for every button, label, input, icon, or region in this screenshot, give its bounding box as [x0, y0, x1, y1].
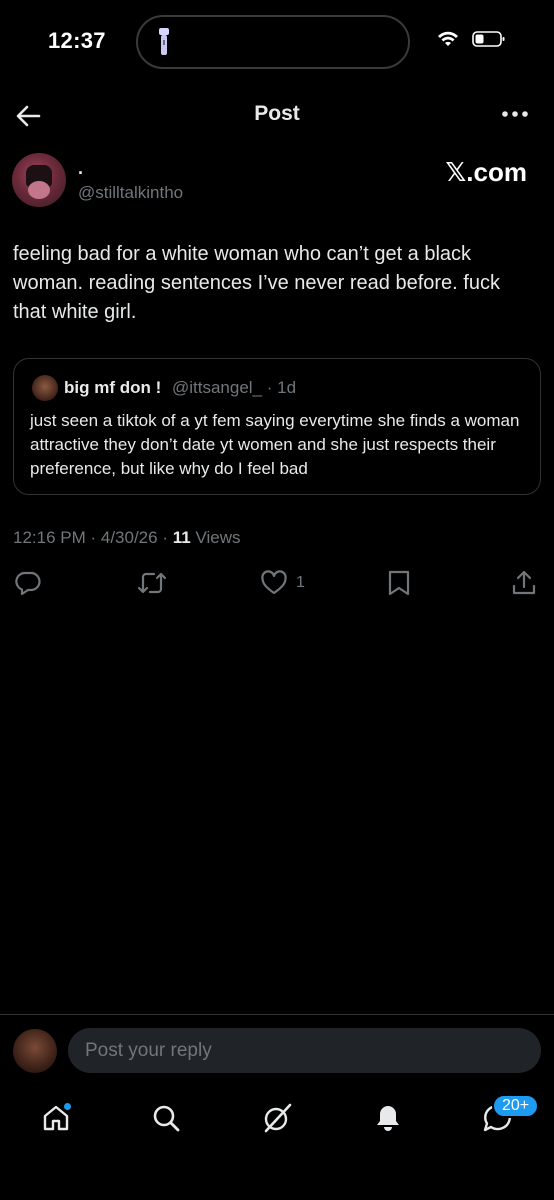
author-name[interactable]: .: [78, 158, 83, 179]
share-icon: [512, 570, 536, 595]
tab-notifications[interactable]: [368, 1098, 408, 1138]
bottom-tab-bar: [0, 1086, 554, 1156]
avatar-face: [28, 181, 50, 199]
reply-button[interactable]: [14, 568, 42, 598]
share-button[interactable]: [510, 568, 538, 598]
bookmark-icon: [388, 570, 410, 596]
post-meta: 12:16 PM · 4/30/26 · 11 Views: [13, 528, 241, 547]
like-count: 1: [296, 574, 305, 591]
wifi-icon: [438, 31, 458, 46]
views-count: 11: [172, 528, 191, 547]
quoted-post[interactable]: big mf don ! @ittsangel_ · 1d just seen …: [13, 358, 541, 495]
tab-grok[interactable]: [257, 1098, 297, 1138]
bookmark-button[interactable]: [386, 568, 412, 598]
status-time: 12:37: [48, 28, 106, 53]
quoted-author-meta: @ittsangel_ · 1d: [172, 378, 297, 397]
quoted-post-text: just seen a tiktok of a yt fem saying ev…: [30, 411, 520, 478]
dynamic-island: [136, 15, 410, 69]
views-label: Views: [195, 528, 241, 547]
notifications-icon: [377, 1106, 399, 1131]
post-date: 4/30/26: [100, 528, 158, 547]
home-notification-dot: [63, 1102, 72, 1111]
quoted-author-avatar: [32, 375, 58, 401]
tab-home[interactable]: [36, 1098, 76, 1138]
grok-icon: [264, 1103, 292, 1133]
author-avatar[interactable]: [12, 153, 66, 207]
like-icon: [261, 570, 287, 595]
repost-icon: [137, 572, 167, 594]
status-icons: [436, 30, 506, 48]
x-com-watermark: 𝕏.com: [445, 157, 527, 187]
quoted-post-age: 1d: [277, 378, 297, 397]
status-bar: 12:37: [0, 0, 554, 90]
home-indicator: [207, 1180, 347, 1185]
repost-button[interactable]: [136, 568, 168, 598]
battery-icon: [472, 31, 505, 47]
reply-input[interactable]: [68, 1028, 541, 1073]
more-icon[interactable]: [500, 104, 530, 124]
quoted-author-name: big mf don !: [64, 378, 162, 397]
author-handle[interactable]: @stilltalkintho: [78, 183, 183, 203]
flashlight-icon: [159, 28, 169, 55]
post-actions: 1: [0, 568, 554, 600]
reply-composer: [0, 1014, 554, 1086]
search-icon: [153, 1105, 180, 1132]
post-text: feeling bad for a white woman who can’t …: [13, 243, 500, 323]
quoted-author-handle: @ittsangel_: [172, 378, 263, 397]
post-header: Post: [0, 90, 554, 140]
messages-badge: 20+: [492, 1094, 540, 1118]
post-time: 12:16 PM: [13, 528, 86, 547]
current-user-avatar: [13, 1029, 57, 1073]
reply-icon: [15, 571, 41, 596]
tab-search[interactable]: [146, 1098, 186, 1138]
like-button[interactable]: 1: [260, 568, 305, 598]
page-title: Post: [254, 102, 300, 125]
